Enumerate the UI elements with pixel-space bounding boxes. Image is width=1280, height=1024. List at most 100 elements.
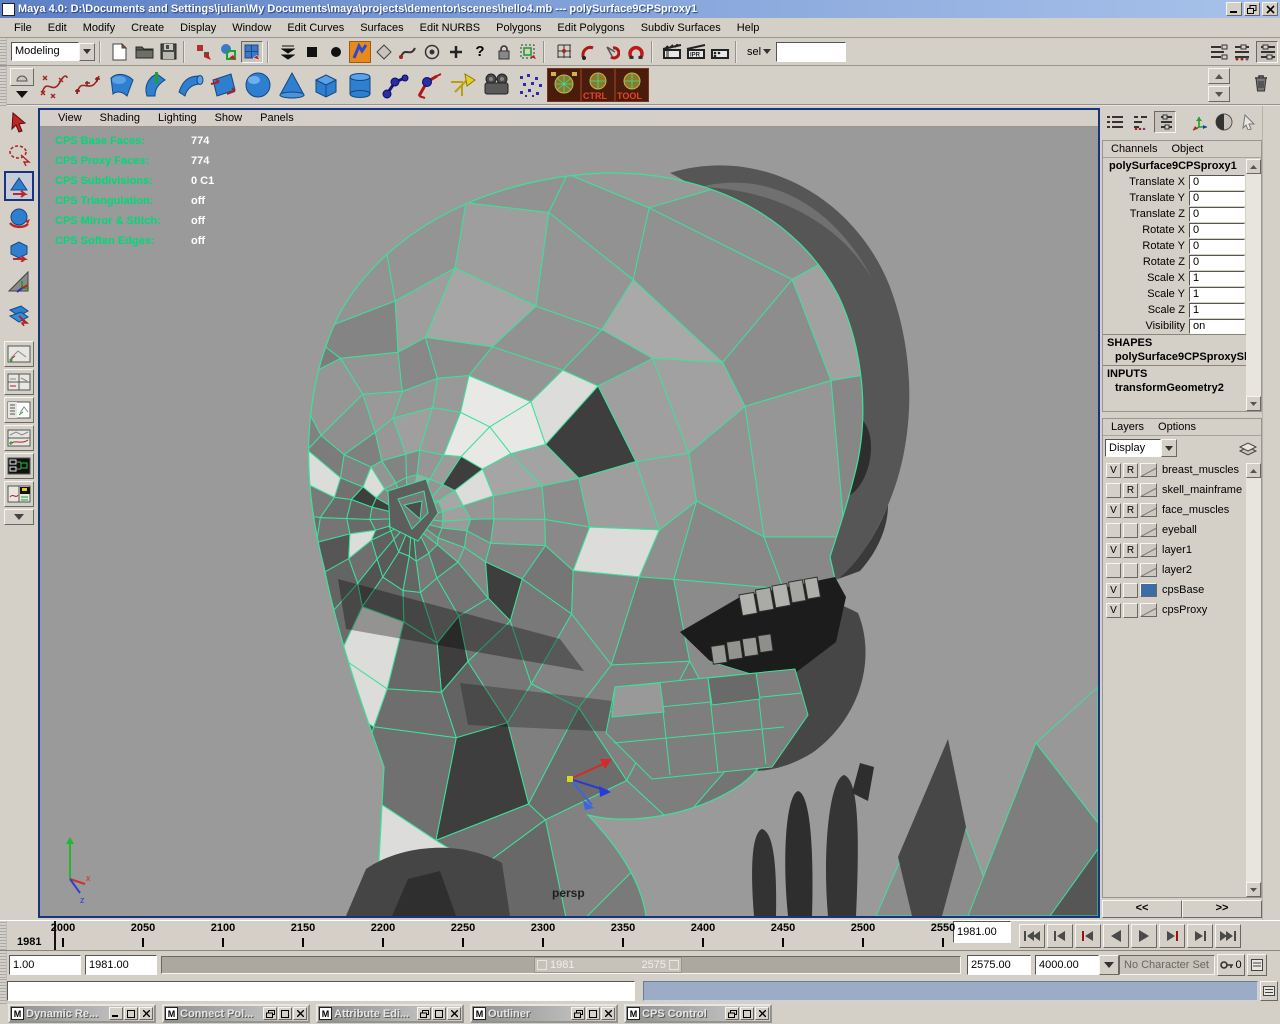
layer-name[interactable]: skell_mainframe bbox=[1159, 484, 1242, 496]
layout-single-pane-button[interactable] bbox=[4, 341, 34, 367]
layer-reference-toggle[interactable]: R bbox=[1123, 543, 1138, 558]
range-handle-left-box[interactable] bbox=[537, 960, 547, 970]
scroll-up-button[interactable] bbox=[1246, 159, 1261, 174]
make-live-icon[interactable] bbox=[625, 41, 647, 63]
show-tool-settings-icon[interactable] bbox=[1232, 41, 1254, 63]
shelf-cylinder-icon[interactable] bbox=[343, 68, 377, 102]
show-manipulator-tool-icon[interactable] bbox=[4, 267, 34, 297]
range-slider-handle[interactable]: 1981 2575 bbox=[534, 957, 682, 973]
command-line-input[interactable] bbox=[7, 981, 635, 1001]
layer-color-swatch[interactable] bbox=[1140, 543, 1157, 557]
menu-surfaces[interactable]: Surfaces bbox=[352, 19, 411, 37]
render-current-frame-icon[interactable] bbox=[661, 41, 683, 63]
quick-select-dropdown-icon[interactable] bbox=[763, 49, 771, 54]
range-preset-dropdown[interactable] bbox=[1099, 955, 1119, 975]
layer-mode-dropdown-arrow[interactable] bbox=[1161, 439, 1177, 457]
play-backwards-button[interactable] bbox=[1103, 924, 1129, 948]
layer-row[interactable]: eyeball bbox=[1103, 520, 1261, 540]
layer-visible-toggle[interactable]: V bbox=[1106, 583, 1121, 598]
layer-reference-toggle[interactable]: R bbox=[1123, 463, 1138, 478]
separator[interactable] bbox=[651, 41, 657, 63]
separator[interactable] bbox=[735, 41, 741, 63]
mask-help-icon[interactable]: ? bbox=[469, 41, 491, 63]
perspective-viewport[interactable]: View Shading Lighting Show Panels bbox=[38, 108, 1100, 918]
layer-visible-toggle[interactable]: V bbox=[1106, 543, 1121, 558]
animation-start-field[interactable]: 1.00 bbox=[9, 955, 81, 975]
minimize-button[interactable] bbox=[1226, 2, 1242, 16]
menu-subdiv-surfaces[interactable]: Subdiv Surfaces bbox=[633, 19, 729, 37]
mask-handles-icon[interactable] bbox=[277, 41, 299, 63]
shelf-loft-icon[interactable] bbox=[139, 68, 173, 102]
snap-point-icon[interactable] bbox=[601, 41, 623, 63]
channel-value[interactable]: 1 bbox=[1189, 303, 1245, 318]
layer-reference-toggle[interactable] bbox=[1123, 583, 1138, 598]
move-tool-icon[interactable] bbox=[4, 171, 34, 201]
render-globals-icon[interactable] bbox=[709, 41, 731, 63]
layer-name[interactable]: face_muscles bbox=[1159, 504, 1229, 516]
layer-reference-toggle[interactable]: R bbox=[1123, 483, 1138, 498]
layout-hypergraph-button[interactable] bbox=[4, 453, 34, 479]
speed-state-toggle-icon[interactable] bbox=[1154, 111, 1176, 133]
close-button[interactable] bbox=[447, 1007, 461, 1020]
layer-name[interactable]: eyeball bbox=[1159, 524, 1197, 536]
layer-color-swatch[interactable] bbox=[1140, 463, 1157, 477]
channel-value[interactable]: 0 bbox=[1189, 239, 1245, 254]
menu-window[interactable]: Window bbox=[224, 19, 279, 37]
layer-reference-toggle[interactable]: R bbox=[1123, 503, 1138, 518]
layer-row[interactable]: VcpsProxy bbox=[1103, 600, 1261, 620]
shelf-ep-curve-icon[interactable] bbox=[37, 68, 71, 102]
playback-end-field[interactable]: 2575.00 bbox=[967, 955, 1031, 975]
shelf-camera-icon[interactable] bbox=[479, 68, 513, 102]
minimized-window-connect-poly[interactable]: M Connect Pol... bbox=[162, 1004, 310, 1023]
channel-box-scrollbar[interactable] bbox=[1246, 159, 1261, 411]
current-time-field[interactable]: 1981.00 bbox=[953, 921, 1011, 943]
separator[interactable] bbox=[183, 41, 189, 63]
select-hierarchy-icon[interactable] bbox=[193, 41, 215, 63]
restore-button[interactable] bbox=[571, 1007, 585, 1020]
options-menu[interactable]: Options bbox=[1158, 419, 1196, 435]
minimized-window-cps-control[interactable]: M CPS Control bbox=[624, 1004, 772, 1023]
animation-end-field[interactable]: 4000.00 bbox=[1035, 955, 1099, 975]
shelf-menu-arrow[interactable] bbox=[16, 89, 28, 101]
menu-file[interactable]: File bbox=[6, 19, 40, 37]
scroll-down-button[interactable] bbox=[1246, 882, 1261, 897]
save-scene-icon[interactable] bbox=[157, 41, 179, 63]
layer-color-swatch[interactable] bbox=[1140, 603, 1157, 617]
layer-name[interactable]: cpsProxy bbox=[1159, 604, 1207, 616]
channel-value[interactable]: 0 bbox=[1189, 255, 1245, 270]
menu-display[interactable]: Display bbox=[172, 19, 224, 37]
layout-dropdown-button[interactable] bbox=[4, 509, 34, 525]
snap-curve-icon[interactable] bbox=[577, 41, 599, 63]
range-slider-grip[interactable] bbox=[0, 951, 7, 978]
layer-reference-toggle[interactable] bbox=[1123, 523, 1138, 538]
channel-node-name[interactable]: polySurface9CPSproxy1 bbox=[1103, 158, 1261, 174]
menu-edit-polygons[interactable]: Edit Polygons bbox=[549, 19, 632, 37]
separator[interactable] bbox=[99, 41, 105, 63]
layer-reference-toggle[interactable] bbox=[1123, 603, 1138, 618]
show-channel-box-icon[interactable] bbox=[1256, 41, 1278, 63]
layer-reference-toggle[interactable] bbox=[1123, 563, 1138, 578]
minimized-window-outliner[interactable]: M Outliner bbox=[470, 1004, 618, 1023]
auto-key-button[interactable]: 0 bbox=[1217, 954, 1245, 976]
menu-edit-nurbs[interactable]: Edit NURBS bbox=[412, 19, 489, 37]
step-forward-frame-button[interactable] bbox=[1187, 924, 1213, 948]
close-button[interactable] bbox=[139, 1007, 153, 1020]
shelf-cps-control-icon[interactable]: CTRL bbox=[581, 68, 615, 102]
last-tool-icon[interactable] bbox=[4, 299, 34, 329]
layer-name[interactable]: layer2 bbox=[1159, 564, 1192, 576]
input-node-name[interactable]: transformGeometry2 bbox=[1103, 381, 1261, 396]
maximize-button[interactable] bbox=[124, 1007, 138, 1020]
layer-scrollbar[interactable] bbox=[1246, 463, 1261, 897]
select-object-icon[interactable] bbox=[217, 41, 239, 63]
shelf-scroll-up-button[interactable] bbox=[1208, 68, 1230, 84]
restore-button[interactable] bbox=[417, 1007, 431, 1020]
step-forward-key-button[interactable] bbox=[1159, 924, 1185, 948]
layer-row[interactable]: VRface_muscles bbox=[1103, 500, 1261, 520]
shelf-cps-tool-icon[interactable]: TOOL bbox=[615, 68, 649, 102]
pane-nav-left-button[interactable]: << bbox=[1102, 900, 1182, 918]
new-scene-icon[interactable] bbox=[109, 41, 131, 63]
mask-dynamics-icon[interactable] bbox=[397, 41, 419, 63]
layer-row[interactable]: VRlayer1 bbox=[1103, 540, 1261, 560]
minimized-window-attribute-editor[interactable]: M Attribute Edi... bbox=[316, 1004, 464, 1023]
mask-points-icon[interactable] bbox=[301, 41, 323, 63]
